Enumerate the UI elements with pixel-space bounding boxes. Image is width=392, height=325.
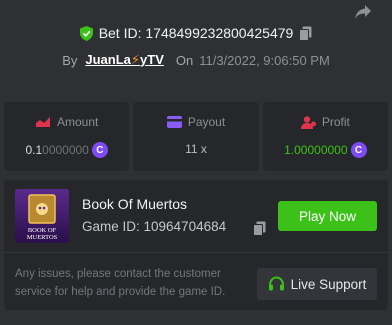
game-name: Book Of Muertos [82, 196, 188, 212]
live-support-label: Live Support [290, 276, 367, 292]
profit-value: 1.00000000 [284, 143, 348, 157]
game-thumbnail[interactable]: BOOK OF MUERTOS [15, 189, 69, 243]
game-card: BOOK OF MUERTOS Book Of Muertos Game ID:… [4, 180, 388, 310]
svg-text:BOOK OF: BOOK OF [28, 227, 57, 234]
profit-label: Profit [321, 115, 350, 129]
amount-icon [35, 117, 50, 127]
amount-value: 0.1 [25, 143, 43, 157]
payout-value: 11 x [185, 142, 207, 156]
by-label: By [62, 52, 78, 68]
game-id: Game ID: 10964704684 [82, 219, 227, 234]
support-notice: Any issues, please contact the customer … [15, 268, 226, 298]
headset-icon [268, 276, 284, 291]
coin-icon: C [91, 142, 108, 158]
profit-stat: Profit 1.00000000 C [262, 102, 388, 171]
share-icon[interactable] [354, 4, 372, 20]
bet-meta-row: By JuanLa⚡yTV On 11/3/2022, 9:06:50 PM [0, 52, 392, 68]
on-label: On [175, 52, 194, 68]
bet-stats: Amount 0.10000000 C Payout 11 x Profit [4, 102, 388, 171]
payout-stat: Payout 11 x [133, 102, 259, 171]
bet-id-row: Bet ID: 1748499232800425479 [0, 25, 392, 41]
amount-value-dim: 0000000 [42, 143, 89, 157]
user-link[interactable]: JuanLa⚡yTV [85, 52, 164, 68]
play-now-button[interactable]: Play Now [278, 201, 377, 231]
shield-check-icon [79, 25, 93, 41]
profit-icon [300, 115, 316, 129]
copy-icon[interactable] [299, 26, 312, 41]
svg-text:MUERTOS: MUERTOS [27, 234, 58, 241]
amount-stat: Amount 0.1 0000000 C [4, 102, 130, 171]
bet-date: 11/3/2022, 9:06:50 PM [199, 52, 330, 68]
bet-id-text: Bet ID: 1748499232800425479 [98, 25, 294, 41]
copy-icon[interactable] [253, 221, 266, 236]
card-icon [166, 116, 182, 128]
divider [4, 252, 388, 253]
amount-label: Amount [56, 115, 99, 129]
payout-label: Payout [187, 115, 226, 129]
live-support-button[interactable]: Live Support [257, 268, 377, 300]
coin-icon: C [350, 142, 367, 158]
